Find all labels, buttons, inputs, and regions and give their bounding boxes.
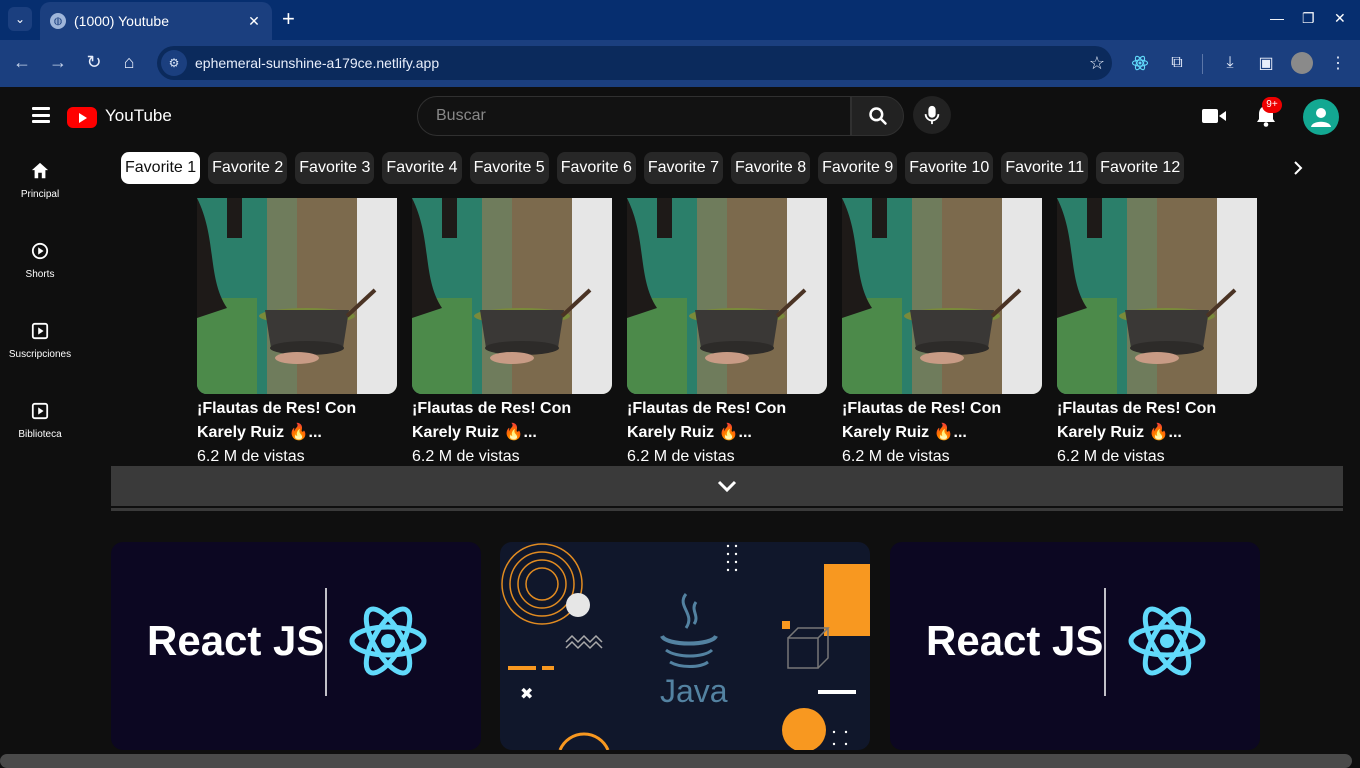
video-thumbnail[interactable] <box>842 198 1042 394</box>
browser-tab[interactable]: ◍ (1000) Youtube ✕ <box>40 2 272 40</box>
youtube-header: YouTube 9+ <box>0 87 1360 145</box>
chip-favorite-12[interactable]: Favorite 12 <box>1096 152 1185 184</box>
play-circle-icon <box>30 241 50 261</box>
svg-text:✖: ✖ <box>520 684 533 703</box>
chevron-right-icon[interactable] <box>1286 158 1310 178</box>
address-bar[interactable]: ⚙ ephemeral-sunshine-a179ce.netlify.app … <box>157 46 1112 80</box>
chip-favorite-4[interactable]: Favorite 4 <box>382 152 462 184</box>
video-card[interactable]: ¡Flautas de Res! Con Karely Ruiz 🔥... 6.2… <box>197 198 397 469</box>
tab-search-chevron-icon[interactable]: ⌄ <box>8 7 32 31</box>
section-divider <box>111 508 1343 511</box>
sidebar-item-principal[interactable]: Principal <box>0 145 80 215</box>
svg-text:Java: Java <box>660 673 728 709</box>
chip-favorite-9[interactable]: Favorite 9 <box>818 152 898 184</box>
browser-toolbar: ← → ↻ ⌂ ⚙ ephemeral-sunshine-a179ce.netl… <box>0 40 1360 87</box>
video-thumbnail[interactable] <box>1057 198 1257 394</box>
window-close-icon[interactable]: ✕ <box>1334 10 1346 27</box>
site-info-icon[interactable]: ⚙ <box>161 50 187 76</box>
video-thumbnail[interactable] <box>197 198 397 394</box>
chip-favorite-5[interactable]: Favorite 5 <box>469 152 549 184</box>
sidebar-item-label: Suscripciones <box>8 349 72 360</box>
chip-favorite-3[interactable]: Favorite 3 <box>295 152 375 184</box>
svg-text:React JS: React JS <box>926 617 1103 664</box>
video-title[interactable]: ¡Flautas de Res! Con Karely Ruiz 🔥... <box>412 397 612 445</box>
sidebar-item-shorts[interactable]: Shorts <box>0 225 80 295</box>
more-menu-icon[interactable]: ⋮ <box>1327 52 1349 74</box>
java-thumbnail[interactable]: ✖ Java <box>500 542 870 750</box>
horizontal-scrollbar[interactable] <box>0 754 1352 768</box>
menu-icon[interactable] <box>32 107 50 123</box>
sidebar-item-label: Principal <box>20 189 60 200</box>
video-title[interactable]: ¡Flautas de Res! Con Karely Ruiz 🔥... <box>627 397 827 445</box>
tab-title: (1000) Youtube <box>74 13 169 29</box>
chip-bar: Favorite 1 Favorite 2 Favorite 3 Favorit… <box>121 152 1185 184</box>
bookmark-star-icon[interactable]: ☆ <box>1082 53 1112 74</box>
sidebar-item-label: Biblioteca <box>18 429 62 440</box>
create-video-icon[interactable] <box>1201 103 1227 129</box>
video-thumbnail[interactable] <box>412 198 612 394</box>
notification-badge: 9+ <box>1262 97 1282 113</box>
user-avatar[interactable] <box>1303 99 1339 135</box>
sidebar-item-label: Shorts <box>25 269 55 280</box>
globe-icon: ◍ <box>50 13 66 29</box>
chip-favorite-10[interactable]: Favorite 10 <box>905 152 994 184</box>
video-card[interactable]: ¡Flautas de Res! Con Karely Ruiz 🔥... 6.2… <box>1057 198 1257 469</box>
chip-favorite-7[interactable]: Favorite 7 <box>643 152 723 184</box>
play-square-icon <box>30 321 50 341</box>
search-box <box>417 96 851 136</box>
expand-shorts-button[interactable] <box>111 466 1343 506</box>
profile-avatar-icon[interactable] <box>1291 52 1313 74</box>
video-card[interactable]: ¡Flautas de Res! Con Karely Ruiz 🔥... 6.2… <box>842 198 1042 469</box>
react-devtools-icon[interactable] <box>1129 52 1151 74</box>
restore-icon[interactable]: ❐ <box>1302 10 1315 27</box>
voice-search-button[interactable] <box>913 96 951 134</box>
video-card[interactable]: ¡Flautas de Res! Con Karely Ruiz 🔥... 6.2… <box>627 198 827 469</box>
toolbar-separator <box>1202 54 1203 74</box>
youtube-logo-icon[interactable] <box>67 107 97 128</box>
chip-favorite-8[interactable]: Favorite 8 <box>730 152 811 184</box>
video-title[interactable]: ¡Flautas de Res! Con Karely Ruiz 🔥... <box>1057 397 1257 445</box>
forward-icon[interactable]: → <box>47 52 69 73</box>
react-js-thumbnail[interactable]: React JS <box>111 542 481 750</box>
browser-tab-bar: ⌄ ◍ (1000) Youtube ✕ + — ❐ ✕ <box>0 0 1360 40</box>
search-icon <box>868 107 887 125</box>
side-panel-icon[interactable]: ▣ <box>1255 52 1277 74</box>
chip-favorite-1[interactable]: Favorite 1 <box>121 152 201 184</box>
microphone-icon <box>924 105 940 125</box>
new-tab-button[interactable]: + <box>282 8 295 30</box>
play-square-icon <box>30 401 50 421</box>
download-icon[interactable]: ⤓ <box>1219 52 1241 74</box>
reload-icon[interactable]: ↻ <box>83 52 105 73</box>
chevron-down-icon <box>717 480 737 492</box>
video-title[interactable]: ¡Flautas de Res! Con Karely Ruiz 🔥... <box>197 397 397 445</box>
chip-favorite-2[interactable]: Favorite 2 <box>208 152 288 184</box>
video-thumbnail[interactable] <box>627 198 827 394</box>
search-button[interactable] <box>851 96 904 136</box>
minimize-icon[interactable]: — <box>1270 10 1284 26</box>
chip-favorite-6[interactable]: Favorite 6 <box>556 152 636 184</box>
home-icon <box>30 161 50 181</box>
url-text[interactable]: ephemeral-sunshine-a179ce.netlify.app <box>195 55 1082 71</box>
user-icon <box>1311 108 1331 127</box>
sidebar-item-biblioteca[interactable]: Biblioteca <box>0 385 80 455</box>
sidebar-item-suscripciones[interactable]: Suscripciones <box>0 305 80 375</box>
react-js-thumbnail[interactable]: React JS <box>890 542 1260 750</box>
back-icon[interactable]: ← <box>11 52 33 73</box>
video-card[interactable]: ¡Flautas de Res! Con Karely Ruiz 🔥... 6.2… <box>412 198 612 469</box>
home-page-icon[interactable]: ⌂ <box>118 52 140 73</box>
search-input[interactable] <box>436 107 850 125</box>
video-title[interactable]: ¡Flautas de Res! Con Karely Ruiz 🔥... <box>842 397 1042 445</box>
extensions-icon[interactable]: ⧉ <box>1166 52 1188 74</box>
chip-favorite-11[interactable]: Favorite 11 <box>1001 152 1089 184</box>
svg-text:React JS: React JS <box>147 617 324 664</box>
youtube-brand[interactable]: YouTube <box>105 106 172 126</box>
tab-close-icon[interactable]: ✕ <box>244 13 264 30</box>
